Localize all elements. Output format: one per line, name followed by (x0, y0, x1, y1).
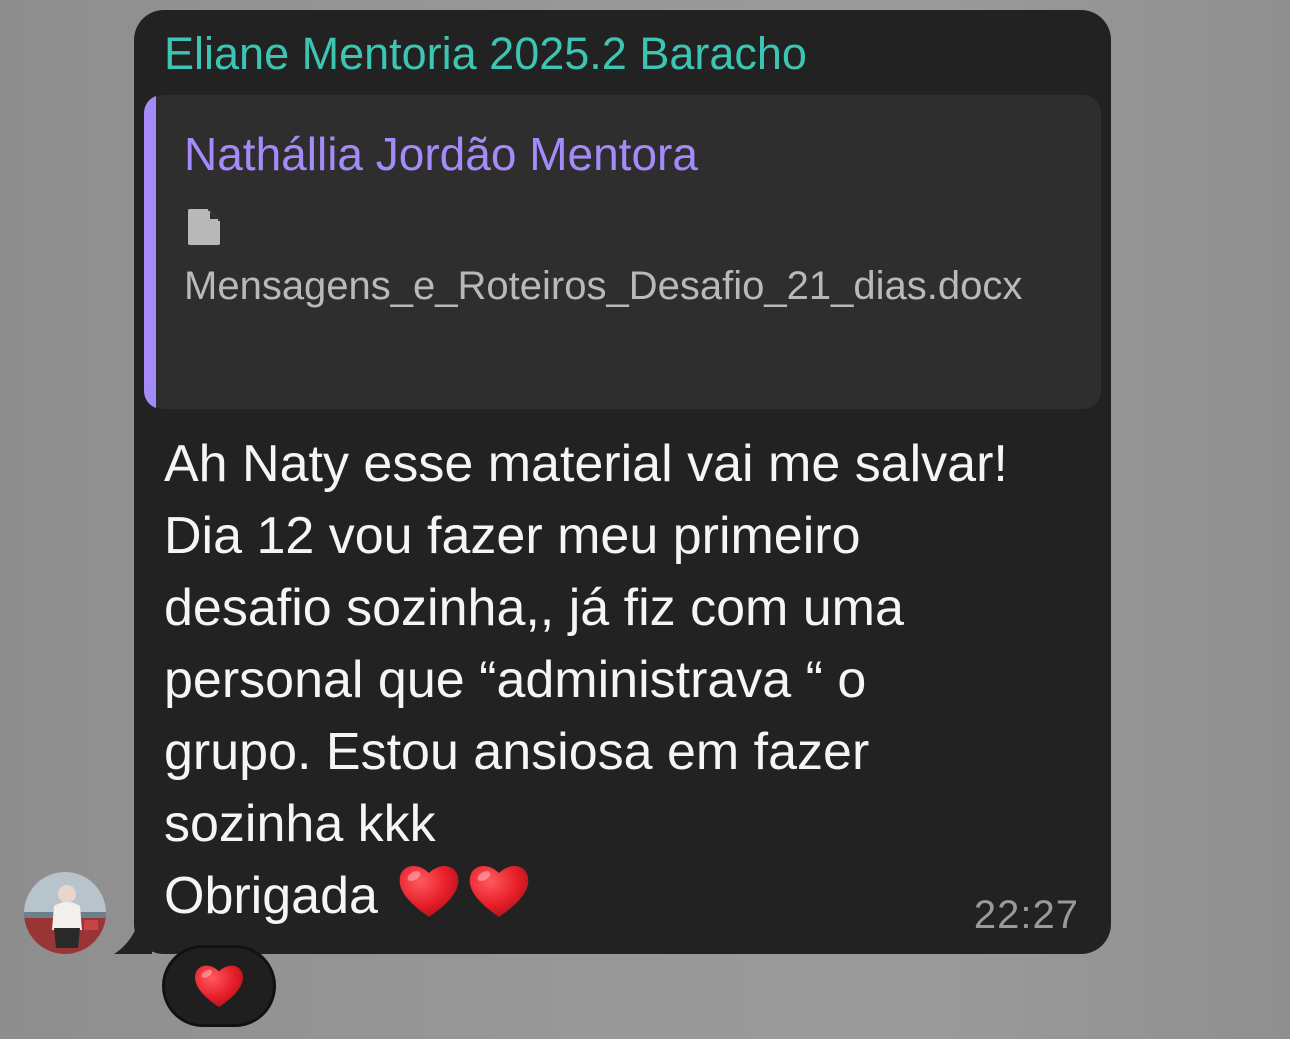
message-text: Ah Naty esse material vai me salvar! Dia… (164, 428, 1084, 932)
heart-icon (195, 965, 243, 1008)
reaction-heart-button[interactable] (162, 945, 276, 1027)
message-time: 22:27 (973, 893, 1079, 937)
reply-author: Nathállia Jordão Mentora (184, 128, 698, 180)
reply-accent-bar (144, 95, 156, 409)
message-bubble[interactable]: Eliane Mentoria 2025.2 Baracho Nathállia… (134, 10, 1111, 954)
message-body: Ah Naty esse material vai me salvar! Dia… (164, 435, 1008, 925)
document-icon (188, 209, 220, 245)
chat-area: Eliane Mentoria 2025.2 Baracho Nathállia… (0, 0, 1290, 1039)
heart-icon (400, 866, 459, 917)
reply-preview[interactable]: Nathállia Jordão Mentora Mensagens_e_Rot… (144, 95, 1101, 409)
sender-name[interactable]: Eliane Mentoria 2025.2 Baracho (164, 26, 807, 82)
sender-avatar[interactable] (24, 872, 106, 954)
heart-icon (470, 866, 529, 917)
attachment-file-name: Mensagens_e_Roteiros_Desafio_21_dias.doc… (184, 264, 1023, 308)
